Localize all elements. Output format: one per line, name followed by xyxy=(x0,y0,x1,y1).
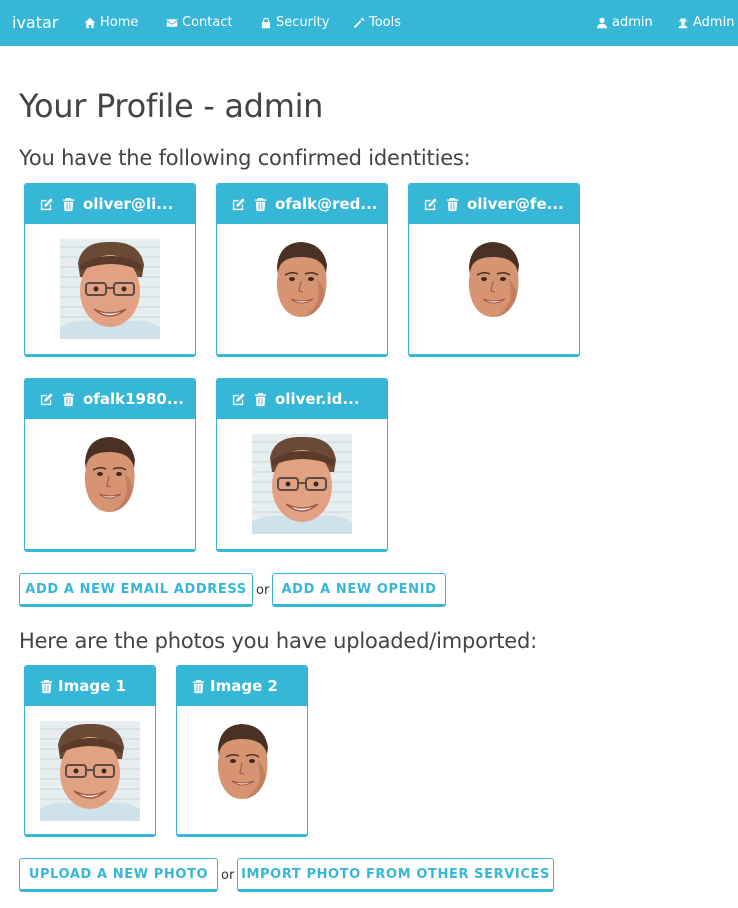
user-icon xyxy=(597,17,607,28)
wrench-icon xyxy=(353,17,365,28)
photo-label: Image 2 xyxy=(210,677,278,695)
nav-admin[interactable]: Admin xyxy=(677,15,734,30)
identity-card: oliver@fe... xyxy=(408,183,580,357)
trash-icon[interactable] xyxy=(445,197,460,212)
identity-card-body xyxy=(409,224,579,354)
photo-card: Image 2 xyxy=(176,665,308,837)
avatar xyxy=(40,721,140,821)
identity-label[interactable]: ofalk@red... xyxy=(275,195,377,213)
photo-card-header: Image 1 xyxy=(25,666,155,706)
trash-icon[interactable] xyxy=(61,392,76,407)
photo-card-header: Image 2 xyxy=(177,666,307,706)
or-separator: or xyxy=(221,868,235,883)
identity-card: ofalk@red... xyxy=(216,183,388,357)
edit-icon[interactable] xyxy=(39,197,54,212)
identity-card-header: ofalk@red... xyxy=(217,184,387,224)
avatar xyxy=(271,239,331,319)
photo-card-body xyxy=(25,706,155,834)
nav-home-label: Home xyxy=(100,15,139,30)
page-title: Your Profile - admin xyxy=(19,87,324,125)
nav-tools[interactable]: Tools xyxy=(353,15,401,30)
nav-admin-label: Admin xyxy=(693,15,735,30)
identity-card-body xyxy=(217,224,387,354)
navbar: ivatar Home Contact Security Tools admin… xyxy=(0,0,738,46)
nav-contact-label: Contact xyxy=(182,15,233,30)
upload-photo-button[interactable]: UPLOAD A NEW PHOTO xyxy=(19,858,218,892)
identity-card-body xyxy=(25,419,195,549)
identity-card: oliver@li... xyxy=(24,183,196,357)
user-secret-icon xyxy=(678,17,688,28)
identity-label[interactable]: oliver@li... xyxy=(83,195,173,213)
lock-icon xyxy=(261,17,271,28)
nav-security[interactable]: Security xyxy=(260,15,329,30)
identity-label[interactable]: ofalk1980... xyxy=(83,390,184,408)
identity-card-header: oliver@fe... xyxy=(409,184,579,224)
nav-security-label: Security xyxy=(276,15,330,30)
photo-label: Image 1 xyxy=(58,677,126,695)
identity-label[interactable]: oliver@fe... xyxy=(467,195,564,213)
identity-card-header: ofalk1980... xyxy=(25,379,195,419)
avatar xyxy=(60,239,160,339)
photos-heading: Here are the photos you have uploaded/im… xyxy=(19,629,538,653)
trash-icon[interactable] xyxy=(253,392,268,407)
avatar xyxy=(212,721,272,801)
add-openid-button[interactable]: ADD A NEW OPENID xyxy=(272,573,446,607)
identity-card-body xyxy=(217,419,387,549)
import-photo-button[interactable]: IMPORT PHOTO FROM OTHER SERVICES xyxy=(237,858,554,892)
edit-icon[interactable] xyxy=(423,197,438,212)
nav-user-label: admin xyxy=(612,15,653,30)
identity-card-body xyxy=(25,224,195,354)
brand-logo[interactable]: ivatar xyxy=(12,13,58,32)
nav-home[interactable]: Home xyxy=(84,15,138,30)
home-icon xyxy=(84,17,96,28)
photo-card: Image 1 xyxy=(24,665,156,837)
edit-icon[interactable] xyxy=(231,392,246,407)
nav-contact[interactable]: Contact xyxy=(166,15,233,30)
trash-icon[interactable] xyxy=(191,679,206,694)
identity-card: oliver.id... xyxy=(216,378,388,552)
trash-icon[interactable] xyxy=(253,197,268,212)
identity-card-header: oliver.id... xyxy=(217,379,387,419)
photo-card-body xyxy=(177,706,307,834)
identity-label[interactable]: oliver.id... xyxy=(275,390,359,408)
edit-icon[interactable] xyxy=(39,392,54,407)
nav-tools-label: Tools xyxy=(369,15,402,30)
identities-heading: You have the following confirmed identit… xyxy=(19,146,471,170)
trash-icon[interactable] xyxy=(61,197,76,212)
identity-card-header: oliver@li... xyxy=(25,184,195,224)
add-email-button[interactable]: ADD A NEW EMAIL ADDRESS xyxy=(19,573,253,607)
avatar xyxy=(463,239,523,319)
avatar xyxy=(252,434,352,534)
nav-user-admin[interactable]: admin xyxy=(596,15,653,30)
edit-icon[interactable] xyxy=(231,197,246,212)
avatar xyxy=(79,434,139,514)
identity-card: ofalk1980... xyxy=(24,378,196,552)
envelope-icon xyxy=(166,18,178,27)
or-separator: or xyxy=(256,583,270,598)
trash-icon[interactable] xyxy=(39,679,54,694)
